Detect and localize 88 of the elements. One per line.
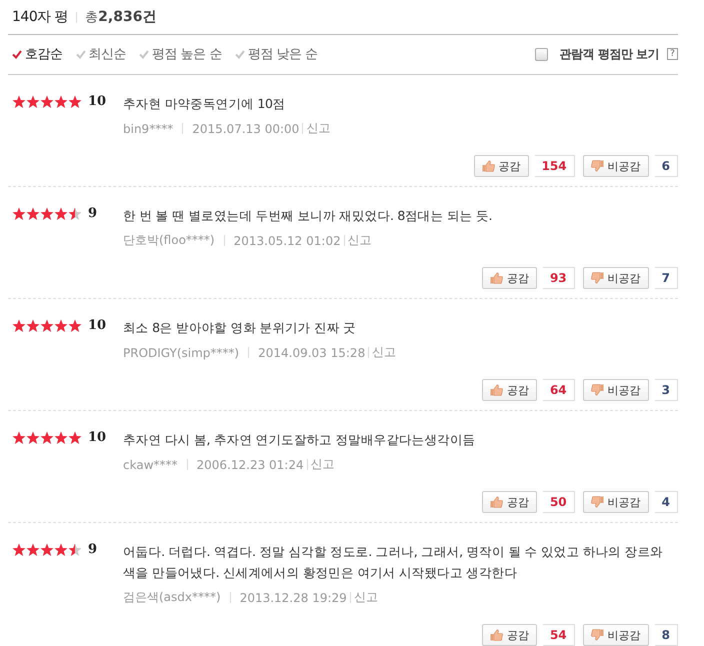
help-button[interactable]: ? [667,48,678,60]
star-icon [26,94,40,108]
like-count: 93 [542,267,575,289]
like-button[interactable]: 공감 [474,155,529,177]
section-title: 140자 평 [12,8,68,26]
thumbs-down-icon [590,272,604,284]
dislike-button[interactable]: 비공감 [582,379,649,401]
review-text: 추자현 마약중독연기에 10점 [123,95,286,113]
review-text: 추자연 다시 봄, 추자연 연기도잘하고 정말배우같다는생각이듬 [123,431,476,449]
thumbs-up-icon [490,496,503,508]
review-text: 최소 8은 받아야할 영화 분위기가 진짜 굿 [123,319,357,337]
thumbs-down-icon [590,160,604,172]
star-icon [54,94,68,108]
star-icon [68,318,82,332]
review-date: 2015.07.13 00:00 [192,122,300,136]
dislike-count: 4 [654,491,678,513]
dislike-button[interactable]: 비공감 [582,624,649,646]
thumbs-down-icon [590,629,604,641]
star-icon [68,206,82,220]
review-date: 2013.05.12 01:02 [234,234,341,248]
star-icon [68,94,82,108]
star-icon [12,94,26,108]
star-icon [26,542,40,556]
thumbs-up-icon [482,160,495,172]
review-count: 총2,836건 [85,8,156,26]
rating-score: 9 [88,542,98,557]
star-icon [54,318,68,332]
like-count: 64 [542,379,575,401]
sort-link[interactable]: 평점 높은 순 [139,45,222,63]
check-icon [12,50,22,58]
like-count: 54 [542,624,575,646]
star-icon [12,542,26,556]
thumbs-up-icon [490,272,503,284]
like-button[interactable]: 공감 [482,267,537,289]
rating-score: 10 [88,318,106,333]
dislike-button[interactable]: 비공감 [582,491,649,513]
star-icon [26,206,40,220]
dislike-count: 7 [654,267,678,289]
star-icon [12,430,26,444]
star-icon [68,542,82,556]
like-button[interactable]: 공감 [482,491,537,513]
sort-link[interactable]: 최신순 [76,45,126,63]
review-date: 2013.12.28 19:29 [240,590,347,604]
rating-score: 10 [88,94,106,109]
dislike-count: 6 [654,155,678,177]
review-date: 2014.09.03 15:28 [258,346,366,360]
like-button[interactable]: 공감 [482,379,537,401]
author-name: 단호박(floo****) [123,232,215,249]
checkbox[interactable] [534,48,548,60]
dislike-count: 8 [654,624,678,646]
dislike-count: 3 [654,379,678,401]
star-icon [40,318,54,332]
star-icon [26,430,40,444]
rating-score: 9 [88,206,98,221]
check-icon [76,50,86,58]
star-icon [68,430,82,444]
like-count: 50 [542,491,575,513]
star-icon [12,318,26,332]
star-icon [40,206,54,220]
rating-score: 10 [88,430,106,445]
dislike-button[interactable]: 비공감 [582,155,649,177]
star-icon [26,318,40,332]
thumbs-down-icon [590,384,604,396]
star-icon [12,206,26,220]
like-count: 154 [534,155,575,177]
star-icon [40,94,54,108]
sort-link[interactable]: 평점 낮은 순 [234,45,318,63]
star-icon [40,430,54,444]
author-name: PRODIGY(simp****) [123,346,240,360]
filter-label[interactable]: 관람객 평점만 보기 [560,46,659,62]
star-icon [54,206,68,220]
check-icon [234,50,245,58]
sort-link[interactable]: 호감순 [12,45,62,63]
like-button[interactable]: 공감 [482,624,537,646]
thumbs-up-icon [490,629,503,641]
dislike-button[interactable]: 비공감 [582,267,649,289]
star-icon [40,542,54,556]
review-date: 2006.12.23 01:24 [196,458,304,472]
star-icon [54,430,68,444]
review-text: 어둡다. 더럽다. 역겹다. 정말 심각할 정도로. 그러나, 그래서, 명작이 될 수 있었고 하나의 장르와 색을 만들어냈다. 신세계에서의 황정민은 여기서 시작됐다고 생각한다 [123,543,664,582]
author-name: ckaw**** [123,458,178,472]
author-name: 검은색(asdx****) [123,589,221,606]
review-text: 한 번 볼 땐 별로였는데 두번째 보니까 재밌었다. 8점대는 되는 듯. [123,207,494,225]
thumbs-up-icon [490,384,503,396]
star-icon [54,542,68,556]
check-icon [139,50,149,58]
thumbs-down-icon [590,496,604,508]
author-name: bin9**** [123,122,174,136]
